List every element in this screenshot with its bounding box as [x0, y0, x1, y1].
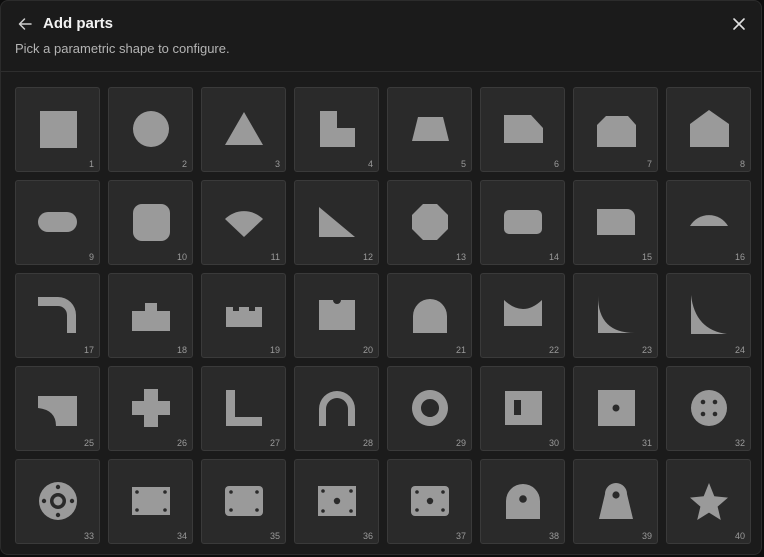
- part-tile-5[interactable]: 5: [387, 87, 472, 172]
- part-tile-33[interactable]: 33: [15, 459, 100, 544]
- part-tile-9[interactable]: 9: [15, 180, 100, 265]
- double-chamfer-icon: [597, 116, 636, 147]
- part-tile-7[interactable]: 7: [573, 87, 658, 172]
- part-number: 3: [274, 159, 280, 169]
- part-number: 29: [455, 438, 466, 448]
- part-tile-30[interactable]: 30: [480, 366, 565, 451]
- part-number: 35: [269, 531, 280, 541]
- part-number: 21: [455, 345, 466, 355]
- part-tile-13[interactable]: 13: [387, 180, 472, 265]
- part-tile-2[interactable]: 2: [108, 87, 193, 172]
- part-tile-3[interactable]: 3: [201, 87, 286, 172]
- part-number: 2: [181, 159, 187, 169]
- part-number: 36: [362, 531, 373, 541]
- part-number: 9: [88, 252, 94, 262]
- part-number: 12: [362, 252, 373, 262]
- dialog-subtitle: Pick a parametric shape to configure.: [15, 41, 230, 56]
- part-number: 34: [176, 531, 187, 541]
- part-tile-1[interactable]: 1: [15, 87, 100, 172]
- part-tile-21[interactable]: 21: [387, 273, 472, 358]
- part-tile-39[interactable]: 39: [573, 459, 658, 544]
- arrow-left-icon: [18, 18, 32, 30]
- part-tile-22[interactable]: 22: [480, 273, 565, 358]
- part-tile-25[interactable]: 25: [15, 366, 100, 451]
- slot-icon: [38, 212, 77, 232]
- part-tile-28[interactable]: 28: [294, 366, 379, 451]
- part-tile-20[interactable]: 20: [294, 273, 379, 358]
- part-number: 30: [548, 438, 559, 448]
- part-number: 15: [641, 252, 652, 262]
- part-tile-37[interactable]: 37: [387, 459, 472, 544]
- part-number: 1: [88, 159, 94, 169]
- part-tile-10[interactable]: 10: [108, 180, 193, 265]
- part-number: 24: [734, 345, 745, 355]
- part-number: 28: [362, 438, 373, 448]
- part-number: 31: [641, 438, 652, 448]
- parts-grid: 1 2 3 4 5 6 7 8 9 10 11 12 13 14 15 16 17 18 19 20 21 22 23 24 2…: [15, 87, 751, 544]
- part-number: 38: [548, 531, 559, 541]
- part-number: 16: [734, 252, 745, 262]
- part-number: 37: [455, 531, 466, 541]
- part-number: 19: [269, 345, 280, 355]
- close-icon: [733, 18, 745, 30]
- trapezoid-icon: [412, 117, 449, 141]
- part-tile-14[interactable]: 14: [480, 180, 565, 265]
- part-number: 14: [548, 252, 559, 262]
- part-number: 26: [176, 438, 187, 448]
- part-tile-12[interactable]: 12: [294, 180, 379, 265]
- part-tile-16[interactable]: 16: [666, 180, 751, 265]
- part-tile-18[interactable]: 18: [108, 273, 193, 358]
- part-number: 13: [455, 252, 466, 262]
- part-number: 23: [641, 345, 652, 355]
- dialog-title: Add parts: [43, 15, 114, 32]
- part-number: 20: [362, 345, 373, 355]
- back-button[interactable]: [13, 12, 37, 36]
- part-number: 4: [367, 159, 373, 169]
- part-number: 6: [553, 159, 559, 169]
- part-number: 5: [460, 159, 466, 169]
- close-button[interactable]: [727, 12, 751, 36]
- part-tile-17[interactable]: 17: [15, 273, 100, 358]
- part-number: 27: [269, 438, 280, 448]
- part-number: 32: [734, 438, 745, 448]
- part-number: 7: [646, 159, 652, 169]
- part-tile-36[interactable]: 36: [294, 459, 379, 544]
- part-tile-15[interactable]: 15: [573, 180, 658, 265]
- part-tile-11[interactable]: 11: [201, 180, 286, 265]
- chamfered-corner-icon: [504, 115, 543, 143]
- part-tile-27[interactable]: 27: [201, 366, 286, 451]
- part-tile-26[interactable]: 26: [108, 366, 193, 451]
- part-tile-35[interactable]: 35: [201, 459, 286, 544]
- triangle-icon: [225, 112, 263, 145]
- part-number: 40: [734, 531, 745, 541]
- part-number: 10: [176, 252, 187, 262]
- part-tile-32[interactable]: 32: [666, 366, 751, 451]
- part-tile-24[interactable]: 24: [666, 273, 751, 358]
- part-number: 25: [83, 438, 94, 448]
- part-tile-6[interactable]: 6: [480, 87, 565, 172]
- part-number: 17: [83, 345, 94, 355]
- part-number: 22: [548, 345, 559, 355]
- part-number: 11: [270, 252, 280, 262]
- dialog-header: Add parts Pick a parametric shape to con…: [1, 1, 761, 72]
- part-number: 33: [83, 531, 94, 541]
- add-parts-dialog: Add parts Pick a parametric shape to con…: [0, 0, 762, 555]
- part-number: 18: [176, 345, 187, 355]
- part-tile-40[interactable]: 40: [666, 459, 751, 544]
- notched-square-icon: [320, 111, 355, 147]
- part-tile-29[interactable]: 29: [387, 366, 472, 451]
- part-number: 39: [641, 531, 652, 541]
- circle-icon: [133, 111, 169, 147]
- part-tile-19[interactable]: 19: [201, 273, 286, 358]
- part-number: 8: [739, 159, 745, 169]
- part-tile-38[interactable]: 38: [480, 459, 565, 544]
- part-tile-8[interactable]: 8: [666, 87, 751, 172]
- pentagon-house-icon: [690, 110, 729, 147]
- part-tile-4[interactable]: 4: [294, 87, 379, 172]
- part-tile-34[interactable]: 34: [108, 459, 193, 544]
- square-icon: [40, 111, 77, 148]
- part-tile-23[interactable]: 23: [573, 273, 658, 358]
- part-tile-31[interactable]: 31: [573, 366, 658, 451]
